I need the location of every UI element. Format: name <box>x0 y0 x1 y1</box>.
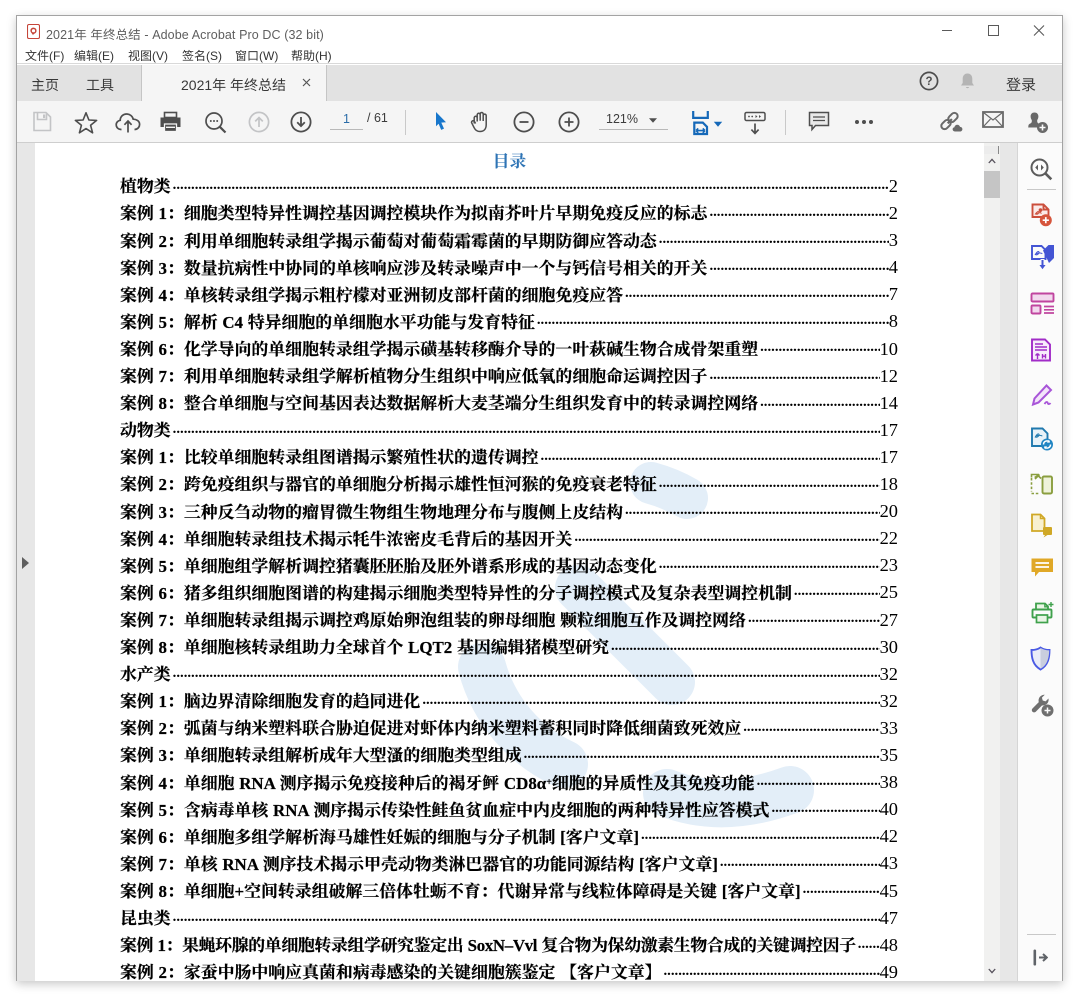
svg-text:?: ? <box>925 76 932 88</box>
